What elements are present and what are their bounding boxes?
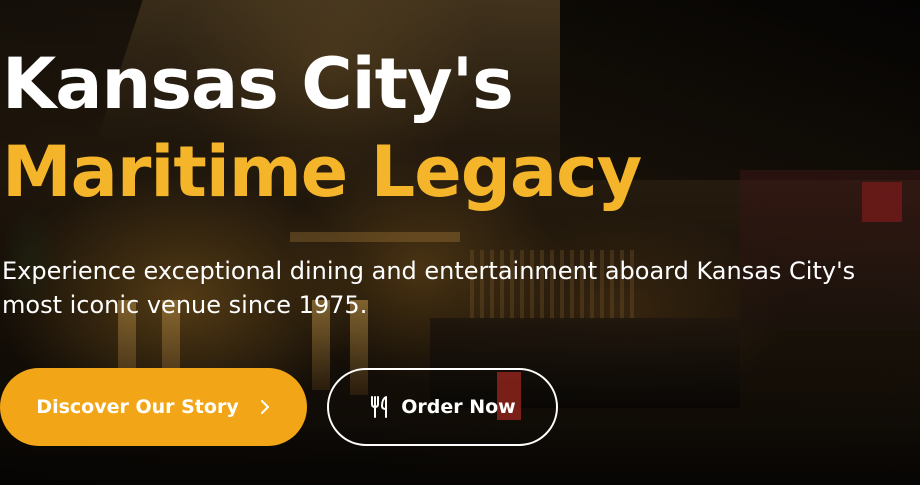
chevron-right-icon xyxy=(260,400,269,414)
order-now-button[interactable]: Order Now xyxy=(327,368,558,446)
discover-button-label: Discover Our Story xyxy=(36,396,239,418)
headline-line-1: Kansas City's xyxy=(2,43,514,125)
discover-our-story-button[interactable]: Discover Our Story xyxy=(0,368,307,446)
hero-subtitle: Experience exceptional dining and entert… xyxy=(2,257,856,319)
hero-content: Kansas City's Maritime Legacy Experience… xyxy=(0,0,920,485)
utensils-icon xyxy=(371,396,388,418)
headline-line-2-accent: Maritime Legacy xyxy=(2,131,642,213)
hero-section: Kansas City's Maritime Legacy Experience… xyxy=(0,0,920,485)
order-now-label: Order Now xyxy=(401,396,516,418)
hero-headline: Kansas City's Maritime Legacy xyxy=(2,40,642,216)
